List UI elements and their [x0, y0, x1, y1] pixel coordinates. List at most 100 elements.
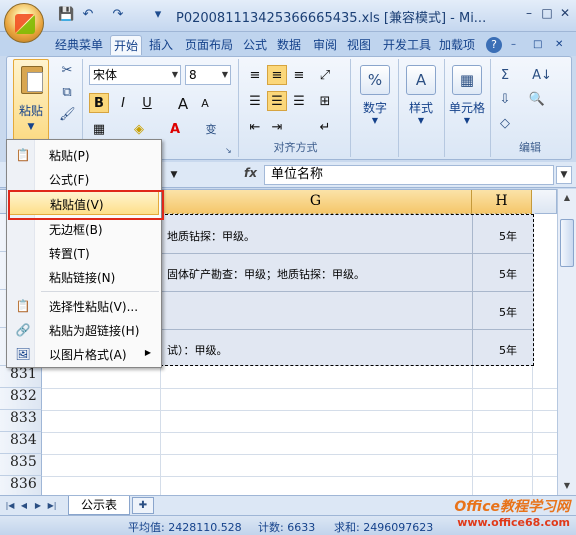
shrink-font-button[interactable]: A [195, 93, 215, 113]
autosum-icon[interactable]: Σ [495, 65, 515, 85]
cell-h[interactable]: 5年 [499, 228, 517, 244]
cells-button[interactable]: ▦ 单元格 ▼ [447, 61, 487, 137]
maximize-button[interactable]: □ [538, 6, 556, 24]
clipboard-icon [21, 66, 43, 94]
paste-dropdown-icon: ▼ [27, 122, 35, 132]
menu-item-paste-hyperlink[interactable]: 🔗 粘贴为超链接(H) [9, 318, 159, 342]
minimize-button[interactable]: – [520, 6, 538, 24]
insert-sheet-icon[interactable]: ✚ [132, 497, 154, 514]
help-icon[interactable]: ? [486, 37, 502, 53]
align-left-icon[interactable]: ☰ [245, 91, 265, 111]
menu-item-paste[interactable]: 📋 粘贴(P) [9, 143, 159, 167]
tab-insert[interactable]: 插入 [146, 35, 176, 55]
menu-item-paste-special[interactable]: 📋 选择性粘贴(V)... [9, 294, 159, 318]
menu-item-formulas[interactable]: 公式(F) [9, 167, 159, 191]
sheet-tab[interactable]: 公示表 [68, 496, 130, 515]
font-name-select[interactable]: 宋体 ▼ [89, 65, 181, 85]
align-center-icon[interactable]: ☰ [267, 91, 287, 111]
column-header-i[interactable] [532, 190, 557, 214]
cell-h[interactable]: 5年 [499, 266, 517, 282]
scroll-thumb[interactable] [560, 219, 574, 267]
cell-g[interactable]: 固体矿产勘查：甲级；地质钻探：甲级。 [167, 266, 467, 282]
office-button[interactable] [4, 3, 44, 43]
save-icon[interactable]: 💾 [58, 7, 74, 25]
align-right-icon[interactable]: ☰ [289, 91, 309, 111]
row-header-834[interactable]: 834 [0, 432, 42, 454]
ribbon-restore-icon[interactable]: □ [530, 35, 545, 55]
close-button[interactable]: ✕ [556, 6, 574, 24]
scroll-down-icon[interactable]: ▼ [560, 479, 574, 493]
formula-input[interactable]: 单位名称 [264, 165, 554, 185]
vertical-scrollbar[interactable]: ▲ ▼ [557, 189, 576, 495]
font-color-icon[interactable]: A [165, 119, 185, 139]
menu-item-transpose[interactable]: 转置(T) [9, 241, 159, 265]
menu-item-no-borders[interactable]: 无边框(B) [9, 217, 159, 241]
ribbon-close-icon[interactable]: ✕ [552, 35, 566, 55]
styles-button[interactable]: A 样式 ▼ [401, 61, 441, 137]
font-dialog-launcher-icon[interactable]: ↘ [225, 146, 232, 155]
paste-label: 粘贴 [18, 104, 43, 118]
alignment-group-label: 对齐方式 [273, 141, 318, 154]
fill-color-icon[interactable]: ◈ [129, 119, 149, 139]
tab-view[interactable]: 视图 [344, 35, 374, 55]
ribbon-minimize-icon[interactable]: – [508, 35, 519, 55]
clear-icon[interactable]: ◇ [495, 113, 515, 133]
tab-addins[interactable]: 加载项 [436, 35, 478, 55]
wrap-text-icon[interactable]: ↵ [315, 117, 335, 137]
italic-button[interactable]: I [113, 93, 133, 113]
expand-formula-bar-icon[interactable]: ▼ [556, 166, 572, 184]
row-header-832[interactable]: 832 [0, 388, 42, 410]
prev-sheet-icon[interactable]: ◀ [18, 499, 30, 513]
undo-icon[interactable]: ↶ [80, 7, 96, 25]
font-size-select[interactable]: 8 ▼ [185, 65, 231, 85]
menu-item-as-picture[interactable]: 🖼 以图片格式(A) ▶ [9, 342, 159, 366]
insert-function-icon[interactable]: fx [244, 166, 257, 180]
scroll-up-icon[interactable]: ▲ [560, 191, 574, 205]
next-sheet-icon[interactable]: ▶ [32, 499, 44, 513]
number-button[interactable]: % 数字 ▼ [355, 61, 395, 137]
increase-indent-icon[interactable]: ⇥ [267, 117, 287, 137]
tab-page-layout[interactable]: 页面布局 [182, 35, 236, 55]
tab-developer[interactable]: 开发工具 [380, 35, 434, 55]
copy-icon[interactable]: ⧉ [59, 85, 75, 101]
tab-formulas[interactable]: 公式 [240, 35, 270, 55]
grow-font-button[interactable]: A [173, 93, 193, 113]
find-select-icon[interactable]: 🔍 [527, 89, 547, 109]
first-sheet-icon[interactable]: |◀ [4, 499, 16, 513]
phonetic-icon[interactable]: 变 [201, 119, 221, 139]
format-painter-icon[interactable]: 🖌 [59, 107, 76, 123]
decrease-indent-icon[interactable]: ⇤ [245, 117, 265, 137]
row-header-831[interactable]: 831 [0, 366, 42, 388]
tab-data[interactable]: 数据 [274, 35, 304, 55]
column-header-h[interactable]: H [472, 190, 532, 214]
tab-review[interactable]: 审阅 [310, 35, 340, 55]
fill-icon[interactable]: ⇩ [495, 89, 515, 109]
cell-g[interactable]: 地质钻探：甲级。 [167, 228, 467, 244]
last-sheet-icon[interactable]: ▶| [46, 499, 58, 513]
menu-item-label: 无边框(B) [49, 223, 103, 237]
bold-button[interactable]: B [89, 93, 109, 113]
row-header-836[interactable]: 836 [0, 476, 42, 496]
name-box-dropdown-icon[interactable]: ▼ [164, 165, 184, 185]
border-icon[interactable]: ▦ [89, 119, 109, 139]
merge-center-icon[interactable]: ⊞ [315, 91, 335, 111]
column-header-g[interactable]: G [160, 190, 472, 214]
align-bottom-icon[interactable]: ≡ [289, 65, 309, 85]
row-header-835[interactable]: 835 [0, 454, 42, 476]
tab-classic-menu[interactable]: 经典菜单 [52, 35, 106, 55]
orientation-icon[interactable]: ⤢ [315, 65, 335, 85]
redo-icon[interactable]: ↷ [110, 7, 126, 25]
align-middle-icon[interactable]: ≡ [267, 65, 287, 85]
cut-icon[interactable]: ✂ [59, 63, 75, 79]
cell-h[interactable]: 5年 [499, 342, 517, 358]
align-top-icon[interactable]: ≡ [245, 65, 265, 85]
menu-item-paste-link[interactable]: 粘贴链接(N) [9, 265, 159, 289]
sort-filter-icon[interactable]: A↓ [527, 65, 557, 85]
row-header-833[interactable]: 833 [0, 410, 42, 432]
customize-quick-access-icon[interactable]: ▾ [150, 7, 166, 25]
tab-home[interactable]: 开始 [110, 35, 143, 55]
cell-g[interactable]: 试）：甲级。 [167, 342, 467, 358]
menu-item-paste-values[interactable]: 粘贴值(V) [8, 190, 164, 220]
cell-h[interactable]: 5年 [499, 304, 517, 320]
underline-button[interactable]: U [137, 93, 157, 113]
